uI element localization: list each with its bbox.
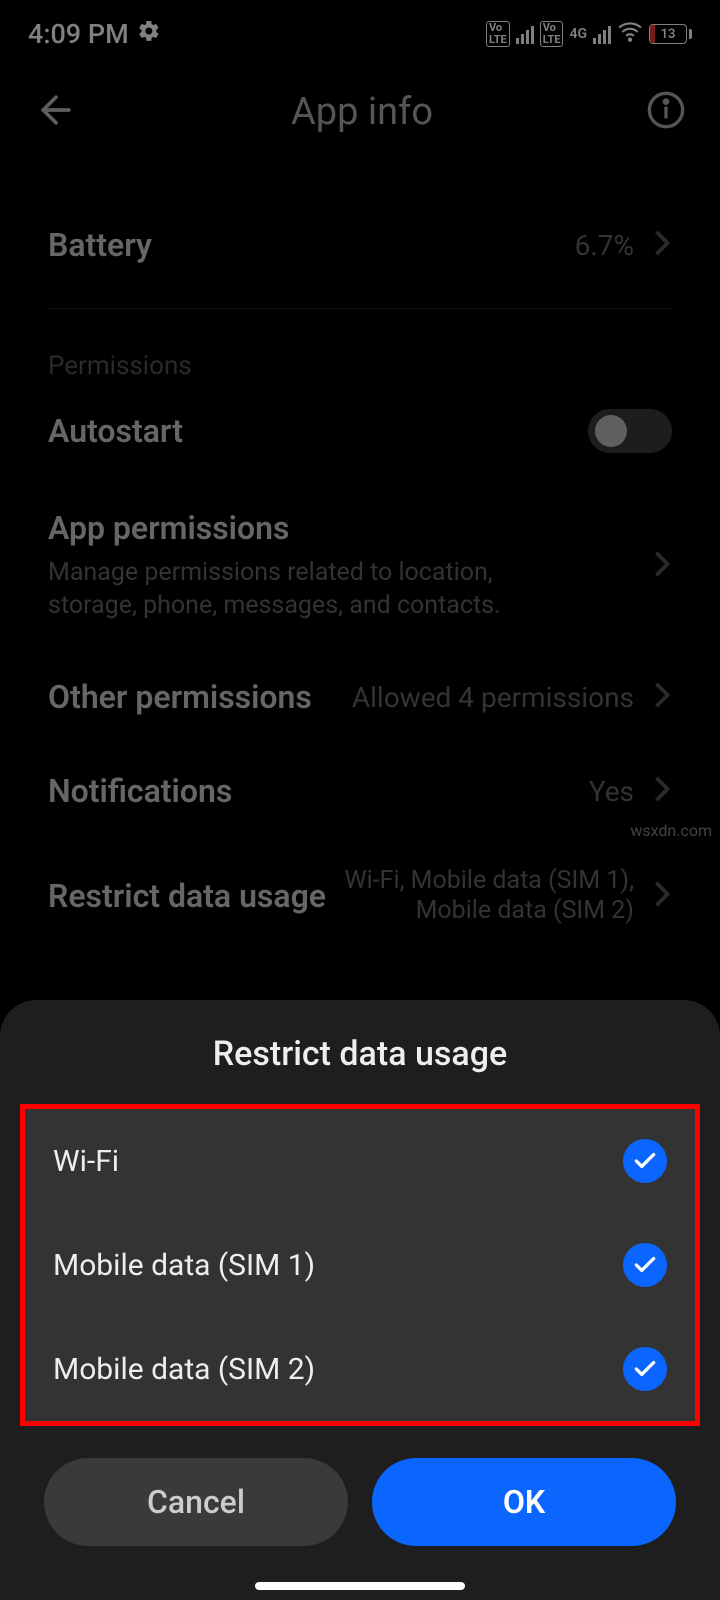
signal2-icon: [593, 24, 611, 44]
signal1-icon: [516, 24, 534, 44]
row-restrict-data[interactable]: Restrict data usage Wi-Fi, Mobile data (…: [48, 838, 672, 954]
option-label: Wi-Fi: [53, 1144, 119, 1179]
status-bar: 4:09 PM VoLTE VoLTE 4G 13: [0, 0, 720, 58]
row-notifications[interactable]: Notifications Yes: [48, 744, 672, 838]
cancel-label: Cancel: [147, 1483, 245, 1521]
chevron-right-icon: [652, 879, 672, 913]
dialog-buttons: Cancel OK: [0, 1426, 720, 1546]
volte1-icon: VoLTE: [486, 21, 510, 47]
row-autostart[interactable]: Autostart: [48, 381, 672, 481]
battery-value: 6.7%: [575, 229, 634, 262]
restrict-value: Wi-Fi, Mobile data (SIM 1), Mobile data …: [344, 866, 634, 926]
option-label: Mobile data (SIM 2): [53, 1352, 315, 1387]
notifications-value: Yes: [589, 775, 634, 808]
page-title: App info: [291, 90, 433, 134]
app-header: App info: [0, 58, 720, 146]
check-icon[interactable]: [623, 1243, 667, 1287]
watermark: wsxdn.com: [630, 821, 712, 840]
dialog-options: Wi-Fi Mobile data (SIM 1) Mobile data (S…: [20, 1104, 700, 1426]
volte2-icon: VoLTE: [540, 21, 564, 47]
app-permissions-label: App permissions: [48, 509, 568, 547]
wifi-icon: [617, 18, 643, 51]
battery-icon: 13: [649, 24, 692, 44]
row-battery[interactable]: Battery 6.7%: [48, 146, 672, 292]
row-app-permissions[interactable]: App permissions Manage permissions relat…: [48, 481, 672, 650]
home-indicator[interactable]: [255, 1582, 465, 1590]
status-left: 4:09 PM: [28, 18, 161, 50]
chevron-right-icon: [652, 549, 672, 583]
row-other-permissions[interactable]: Other permissions Allowed 4 permissions: [48, 650, 672, 744]
chevron-right-icon: [652, 774, 672, 808]
status-time: 4:09 PM: [28, 18, 129, 50]
back-button[interactable]: [34, 88, 78, 136]
check-icon[interactable]: [623, 1347, 667, 1391]
cancel-button[interactable]: Cancel: [44, 1458, 348, 1546]
status-right: VoLTE VoLTE 4G 13: [486, 18, 692, 51]
option-sim2[interactable]: Mobile data (SIM 2): [25, 1317, 695, 1421]
notifications-label: Notifications: [48, 772, 232, 810]
ok-label: OK: [503, 1483, 545, 1521]
battery-label: Battery: [48, 226, 152, 264]
restrict-data-dialog: Restrict data usage Wi-Fi Mobile data (S…: [0, 1000, 720, 1600]
other-permissions-value: Allowed 4 permissions: [352, 681, 634, 714]
chevron-right-icon: [652, 228, 672, 262]
autostart-toggle[interactable]: [588, 409, 672, 453]
gear-icon: [137, 18, 161, 50]
chevron-right-icon: [652, 680, 672, 714]
battery-percent: 13: [650, 27, 686, 42]
info-button[interactable]: [646, 90, 686, 134]
autostart-label: Autostart: [48, 412, 183, 450]
other-permissions-label: Other permissions: [48, 678, 312, 716]
option-label: Mobile data (SIM 1): [53, 1248, 315, 1283]
check-icon[interactable]: [623, 1139, 667, 1183]
option-wifi[interactable]: Wi-Fi: [25, 1109, 695, 1213]
network-type: 4G: [569, 26, 587, 42]
option-sim1[interactable]: Mobile data (SIM 1): [25, 1213, 695, 1317]
app-permissions-sub: Manage permissions related to location, …: [48, 557, 568, 622]
permissions-section-label: Permissions: [48, 309, 672, 381]
dialog-title: Restrict data usage: [0, 1034, 720, 1104]
ok-button[interactable]: OK: [372, 1458, 676, 1546]
restrict-label: Restrict data usage: [48, 877, 326, 915]
